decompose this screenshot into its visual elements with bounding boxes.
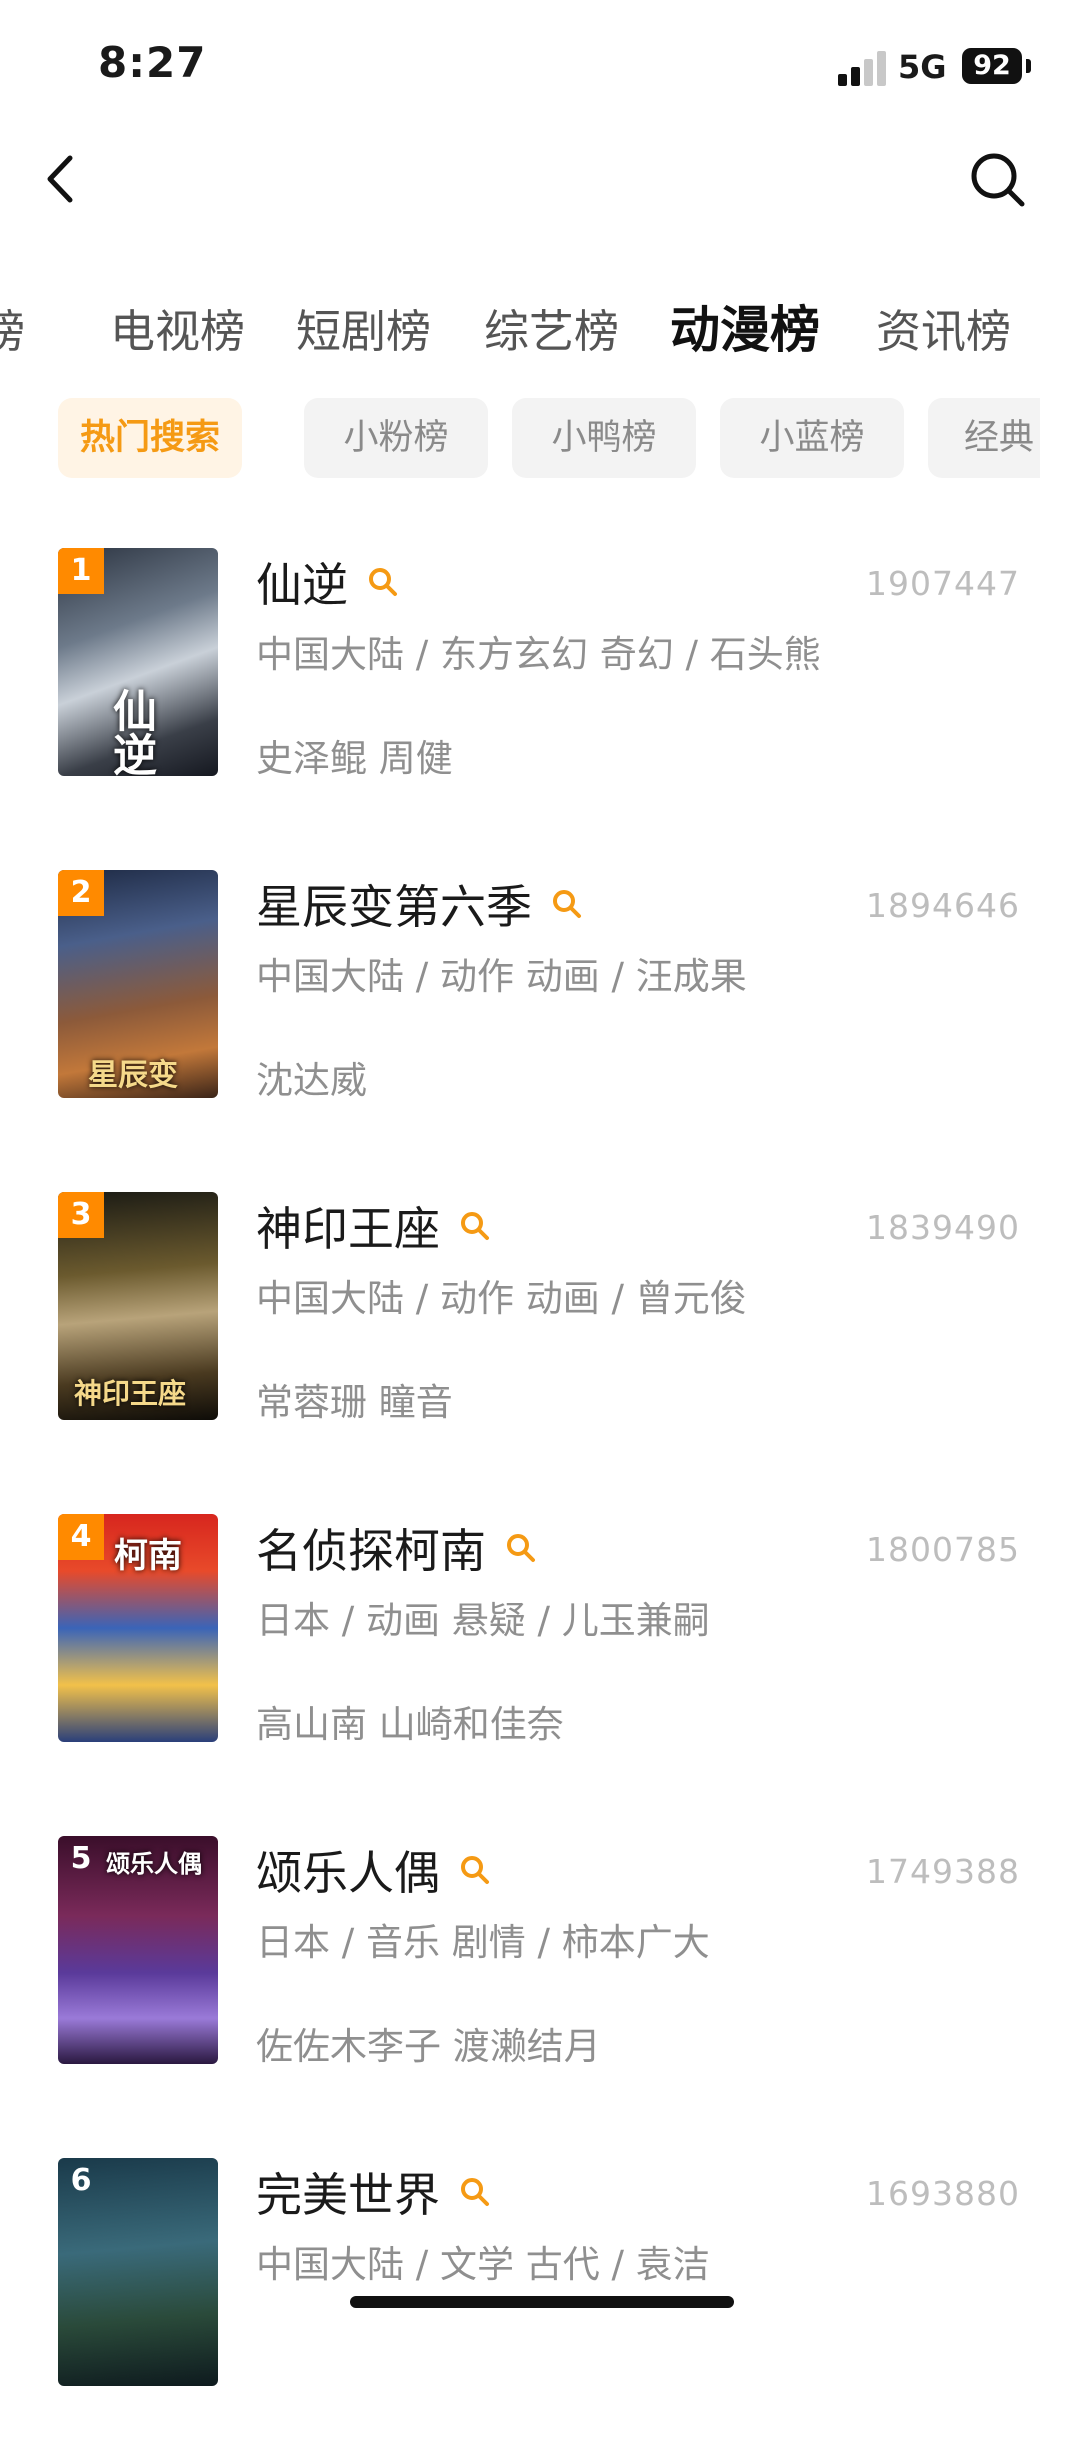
item-meta: 中国大陆 / 东方玄幻 奇幻 / 石头熊: [256, 633, 821, 676]
status-time: 8:27: [98, 38, 207, 87]
heat-value: 1839490: [866, 1208, 1020, 1247]
title-row: 星辰变第六季: [256, 874, 584, 934]
search-icon: [507, 1534, 535, 1562]
home-indicator[interactable]: [350, 2296, 734, 2308]
poster-image: 星辰变 2: [58, 870, 218, 1098]
subtab-duck[interactable]: 小鸭榜: [512, 398, 696, 478]
title-row: 仙逆: [256, 552, 400, 612]
tab-anime[interactable]: 动漫榜: [670, 290, 820, 362]
rank-badge: 6: [70, 2163, 92, 2198]
rank-badge: 4: [58, 1514, 104, 1560]
list-item[interactable]: 柯南 4 名侦探柯南 1800785 日本 / 动画 悬疑 / 儿玉兼嗣 高山南…: [0, 1514, 1080, 1814]
poster-title-art: 仙逆: [105, 688, 156, 776]
tab-tv[interactable]: 电视榜: [110, 295, 245, 360]
title-row: 颂乐人偶: [256, 1840, 492, 1900]
heat-value: 1907447: [866, 564, 1020, 603]
subtab-blue[interactable]: 小蓝榜: [720, 398, 904, 478]
title-row: 神印王座: [256, 1196, 492, 1256]
item-cast: 史泽鲲 周健: [256, 737, 453, 780]
poster-image: 颂乐人偶 5: [58, 1836, 218, 2064]
list-item[interactable]: 6 完美世界 1693880 中国大陆 / 文学 古代 / 袁洁: [0, 2158, 1080, 2458]
item-cast: 高山南 山崎和佳奈: [256, 1703, 564, 1746]
item-cast: 佐佐木李子 渡濑结月: [256, 2025, 601, 2068]
search-icon: [971, 153, 1025, 207]
category-tabs: 榜 电视榜 短剧榜 综艺榜 动漫榜 资讯榜: [0, 285, 1080, 375]
subtab-classic[interactable]: 经典: [928, 398, 1040, 478]
list-item[interactable]: 仙逆 1 仙逆 1907447 中国大陆 / 东方玄幻 奇幻 / 石头熊 史泽鲲…: [0, 548, 1080, 848]
title-row: 完美世界: [256, 2162, 492, 2222]
poster-image: 6: [58, 2158, 218, 2386]
poster-title-art: 颂乐人偶: [106, 1850, 202, 1878]
item-title: 神印王座: [256, 1202, 440, 1256]
tab-variety[interactable]: 综艺榜: [484, 295, 619, 360]
search-icon: [461, 1212, 489, 1240]
poster-title-art: 神印王座: [74, 1377, 187, 1410]
title-row: 名侦探柯南: [256, 1518, 538, 1578]
search-icon: [553, 890, 581, 918]
item-title: 完美世界: [256, 2168, 440, 2222]
poster-title-art: 星辰变: [88, 1058, 178, 1093]
tab-partial[interactable]: 榜: [0, 295, 25, 360]
poster-image: 神印王座 3: [58, 1192, 218, 1420]
heat-value: 1894646: [866, 886, 1020, 925]
item-meta: 中国大陆 / 动作 动画 / 汪成果: [256, 955, 747, 998]
list-item[interactable]: 星辰变 2 星辰变第六季 1894646 中国大陆 / 动作 动画 / 汪成果 …: [0, 870, 1080, 1170]
item-title: 颂乐人偶: [256, 1846, 440, 1900]
rank-badge: 2: [58, 870, 104, 916]
poster-title-art: 柯南: [114, 1536, 182, 1576]
item-meta: 中国大陆 / 动作 动画 / 曾元俊: [256, 1277, 747, 1320]
battery-cap: [1026, 59, 1031, 73]
poster-image: 仙逆 1: [58, 548, 218, 776]
item-cast: 常蓉珊 瞳音: [256, 1381, 453, 1424]
signal-icon: [838, 50, 886, 86]
chevron-left-icon: [47, 155, 73, 203]
sub-tabs: 热门搜索 小粉榜 小鸭榜 小蓝榜 经典: [0, 398, 1040, 482]
rank-badge: 3: [58, 1192, 104, 1238]
back-button[interactable]: [40, 148, 88, 210]
item-title: 星辰变第六季: [256, 880, 532, 934]
rank-badge: 5: [70, 1841, 92, 1876]
heat-value: 1693880: [866, 2174, 1020, 2213]
rank-badge: 1: [58, 548, 104, 594]
heat-value: 1749388: [866, 1852, 1020, 1891]
poster-image: 柯南 4: [58, 1514, 218, 1742]
battery-icon: 92: [962, 48, 1022, 84]
subtab-hot-search[interactable]: 热门搜索: [58, 398, 242, 478]
search-icon: [461, 2178, 489, 2206]
item-title: 名侦探柯南: [256, 1524, 486, 1578]
status-bar: 8:27 5G 92: [0, 0, 1080, 130]
search-button[interactable]: [966, 148, 1030, 212]
item-meta: 日本 / 动画 悬疑 / 儿玉兼嗣: [256, 1599, 710, 1642]
network-type: 5G: [898, 48, 947, 86]
item-meta: 日本 / 音乐 剧情 / 柿本广大: [256, 1921, 710, 1964]
item-cast: 沈达威: [256, 1059, 367, 1102]
tab-news[interactable]: 资讯榜: [876, 295, 1011, 360]
list-item[interactable]: 神印王座 3 神印王座 1839490 中国大陆 / 动作 动画 / 曾元俊 常…: [0, 1192, 1080, 1492]
list-item[interactable]: 颂乐人偶 5 颂乐人偶 1749388 日本 / 音乐 剧情 / 柿本广大 佐佐…: [0, 1836, 1080, 2136]
search-icon: [369, 568, 397, 596]
tab-short-drama[interactable]: 短剧榜: [296, 295, 431, 360]
subtab-pink[interactable]: 小粉榜: [304, 398, 488, 478]
search-icon: [461, 1856, 489, 1884]
heat-value: 1800785: [866, 1530, 1020, 1569]
item-title: 仙逆: [256, 558, 348, 612]
item-meta: 中国大陆 / 文学 古代 / 袁洁: [256, 2243, 710, 2286]
